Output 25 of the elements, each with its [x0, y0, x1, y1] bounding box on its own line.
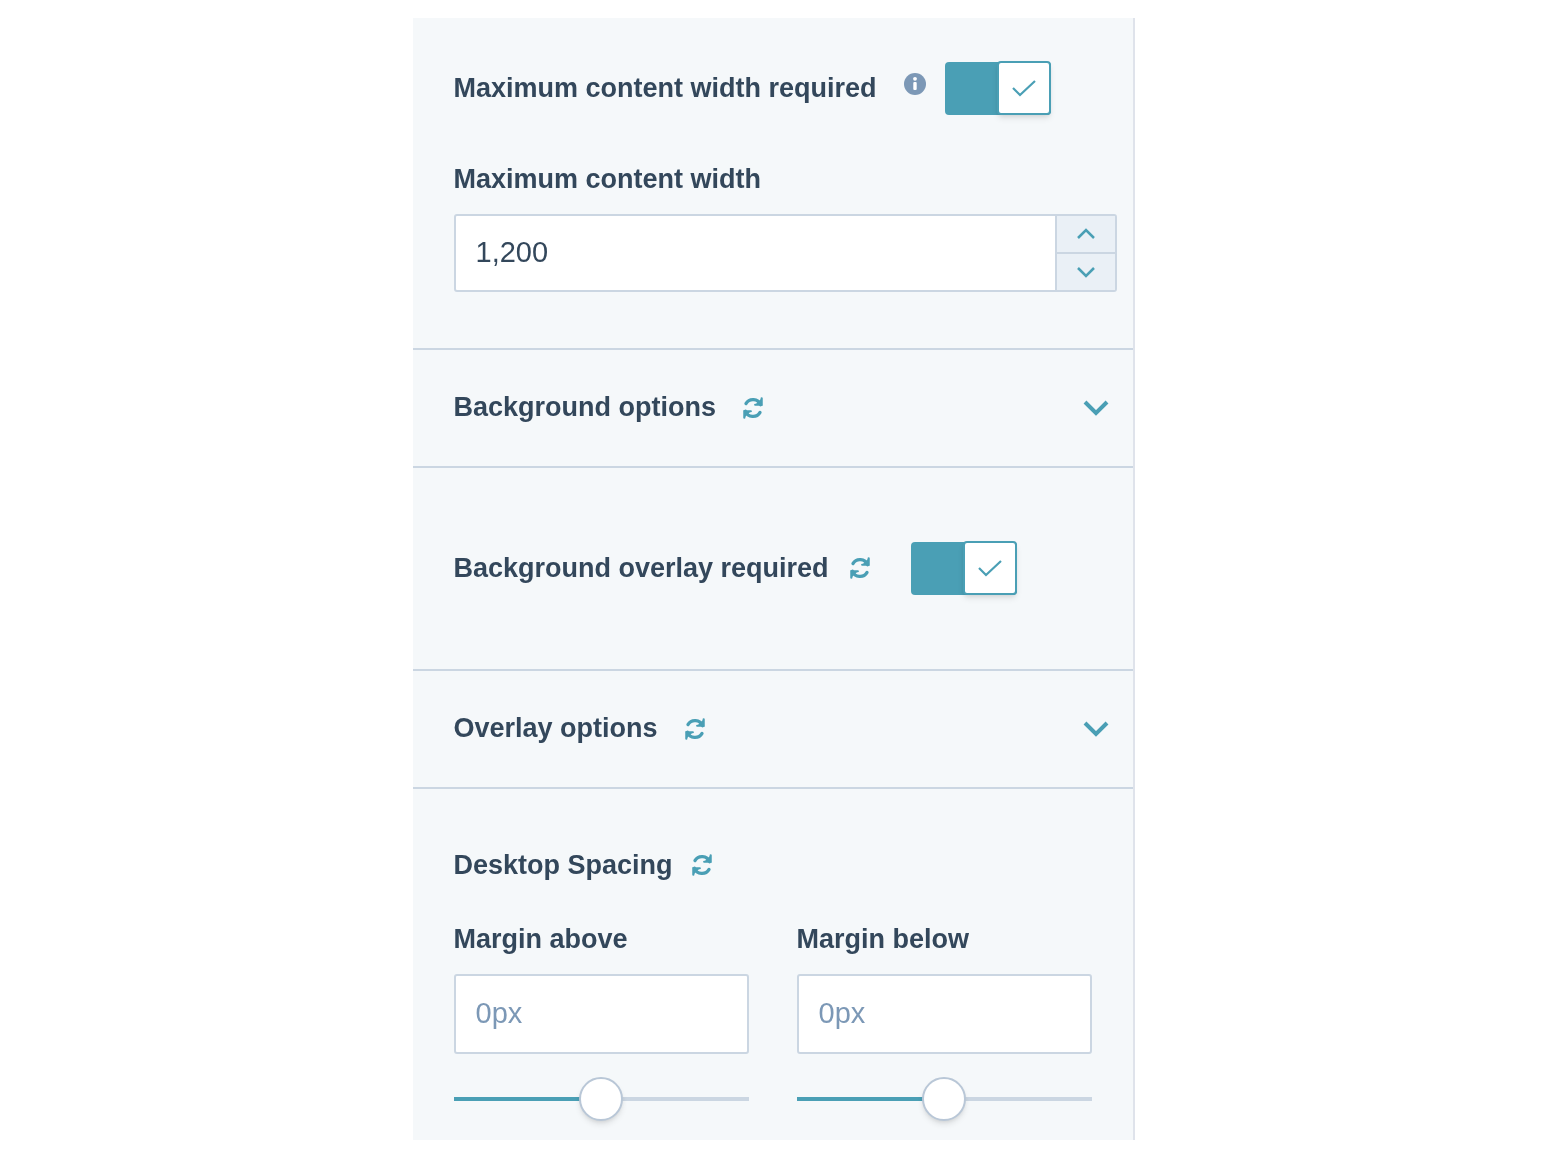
- check-icon: [976, 557, 1003, 578]
- chevron-down-icon: [1075, 265, 1096, 278]
- field-label: Margin above: [453, 923, 629, 956]
- check-icon: [1010, 78, 1037, 98]
- field-label: Margin below: [796, 923, 970, 956]
- number-field[interactable]: 1,200: [453, 213, 1117, 292]
- chevron-up-icon: [1075, 227, 1096, 240]
- refresh-icon[interactable]: [740, 394, 766, 421]
- chevron-down-icon[interactable]: [1082, 399, 1109, 416]
- section-title: Desktop Spacing: [453, 848, 673, 882]
- chevron-down-icon[interactable]: [1082, 720, 1109, 737]
- slider-thumb[interactable]: [579, 1076, 623, 1121]
- margin-field[interactable]: 0px: [796, 973, 1092, 1054]
- toggle-label: Maximum content width required: [453, 72, 877, 106]
- info-icon[interactable]: [902, 71, 927, 96]
- field-label: Maximum content width: [453, 163, 762, 196]
- slider[interactable]: [796, 1075, 1092, 1122]
- toggle-label: Background overlay required: [453, 551, 829, 585]
- toggle-switch[interactable]: [944, 62, 1051, 115]
- accordion-header[interactable]: Overlay options: [412, 668, 1133, 787]
- slider[interactable]: [453, 1075, 749, 1122]
- toggle-switch[interactable]: [910, 541, 1017, 595]
- slider-thumb[interactable]: [922, 1076, 966, 1121]
- accordion-header[interactable]: Background options: [412, 347, 1133, 466]
- margin-field[interactable]: 0px: [453, 973, 749, 1054]
